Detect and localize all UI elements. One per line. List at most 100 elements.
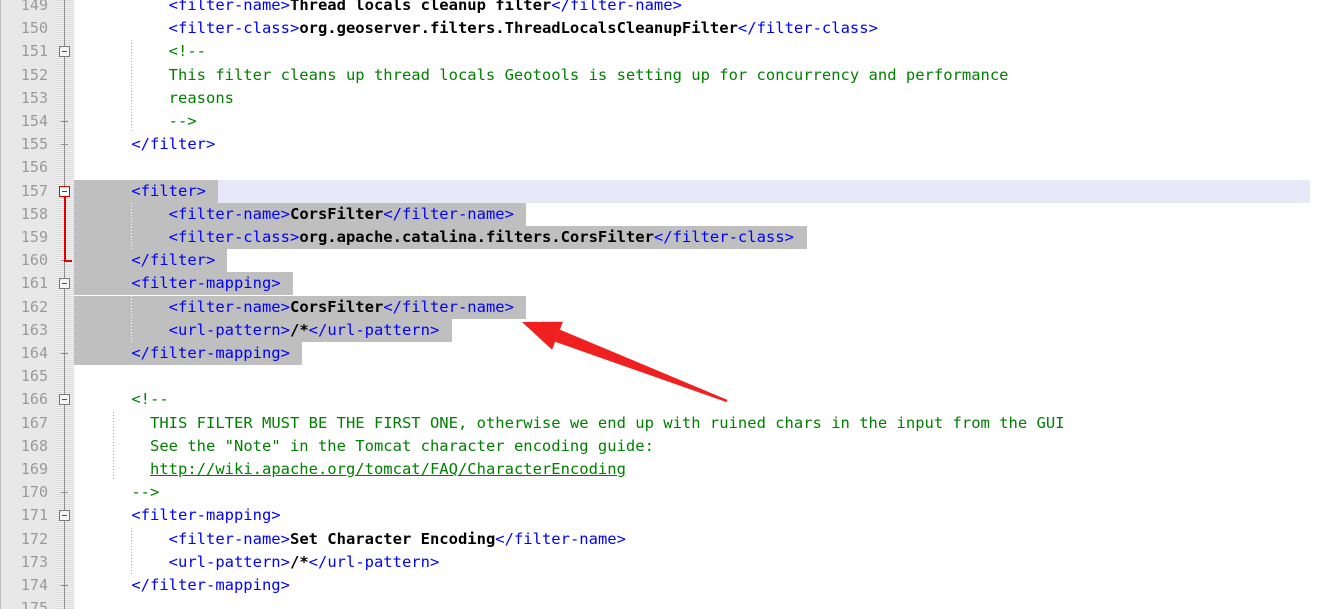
line-number: 169 (20, 460, 48, 478)
code-line[interactable]: <filter-name>CorsFilter</filter-name> (74, 203, 514, 226)
code-line[interactable]: <!-- (74, 40, 206, 63)
code-line[interactable]: THIS FILTER MUST BE THE FIRST ONE, other… (74, 412, 1065, 435)
xml-value-token: /* (289, 320, 309, 339)
line-number: 166 (20, 390, 48, 409)
xml-comment-token: reasons (168, 88, 234, 107)
code-line[interactable]: </filter> (74, 249, 215, 272)
code-line[interactable] (74, 597, 94, 609)
code-content-area[interactable]: <filter-name>Thread locals cleanup filte… (74, 0, 1319, 609)
code-line[interactable]: </filter> (74, 133, 215, 156)
xml-tag-token: </filter-mapping> (131, 576, 290, 594)
code-line[interactable]: <filter-mapping> (74, 272, 281, 295)
xml-tag-token: </filter-class> (737, 19, 878, 38)
line-number: 164 (20, 344, 48, 362)
line-number: 153 (20, 88, 48, 107)
xml-tag-token: <filter-name> (168, 529, 290, 548)
fold-range-end-tick (61, 353, 68, 354)
line-number: 155 (20, 135, 48, 154)
line-number: 161 (20, 274, 48, 293)
fold-toggle-icon[interactable] (59, 278, 70, 290)
xml-tag-token: <filter-class> (168, 19, 300, 38)
code-line[interactable]: <url-pattern>/*</url-pattern> (74, 319, 440, 342)
line-number: 165 (20, 367, 48, 386)
fold-range-end-tick (61, 585, 68, 586)
xml-tag-token: </filter-class> (653, 228, 794, 246)
line-number: 171 (20, 506, 48, 525)
xml-comment-token: THIS FILTER MUST BE THE FIRST ONE, other… (150, 413, 1065, 432)
code-line[interactable]: See the "Note" in the Tomcat character e… (74, 435, 654, 458)
code-line[interactable]: <url-pattern>/*</url-pattern> (74, 551, 440, 574)
code-line[interactable]: reasons (74, 87, 234, 110)
fold-range-end-tick (61, 492, 68, 494)
xml-tag-token: </filter-name> (383, 297, 514, 316)
fold-toggle-icon[interactable] (59, 510, 70, 522)
xml-tag-token: </filter-mapping> (131, 344, 290, 362)
code-line[interactable]: <filter-name>CorsFilter</filter-name> (74, 296, 514, 319)
xml-value-token: CorsFilter (289, 204, 384, 223)
code-line[interactable] (74, 156, 94, 179)
line-number: 150 (20, 19, 48, 38)
xml-tag-token: </filter> (131, 251, 216, 270)
code-line[interactable]: --> (74, 481, 159, 504)
line-number: 173 (20, 552, 48, 571)
xml-tag-token: <filter-name> (168, 0, 290, 14)
code-line[interactable]: <!-- (74, 388, 169, 411)
fold-range-end-tick (61, 121, 68, 122)
line-number: 167 (20, 413, 48, 432)
code-line[interactable]: <filter> (74, 180, 206, 203)
code-editor[interactable]: 149 150 151 152 153 154 155 156 157 158 159 160 161 1… (0, 0, 1319, 609)
fold-range-end-tick (61, 144, 68, 146)
xml-value-token: Thread locals cleanup filter (289, 0, 552, 14)
line-number: 163 (20, 320, 48, 339)
xml-value-token: /* (289, 552, 309, 571)
xml-value-token: CorsFilter (289, 297, 384, 316)
line-number: 151 (20, 42, 48, 61)
xml-tag-token: </filter-name> (551, 0, 682, 14)
fold-toggle-icon[interactable] (59, 46, 70, 58)
line-number: 168 (20, 436, 48, 455)
code-line[interactable]: This filter cleans up thread locals Geot… (74, 64, 1009, 87)
code-line[interactable]: <filter-class>org.apache.catalina.filter… (74, 226, 794, 249)
line-number: 152 (20, 65, 48, 84)
code-line[interactable]: </filter-mapping> (74, 574, 290, 597)
xml-tag-token: </filter> (131, 135, 216, 154)
code-line[interactable]: <filter-name>Set Character Encoding</fil… (74, 528, 626, 551)
xml-tag-token: <filter-class> (168, 228, 300, 246)
code-line[interactable]: </filter-mapping> (74, 342, 290, 365)
fold-toggle-icon[interactable] (59, 185, 70, 197)
code-line[interactable]: <filter-name>Thread locals cleanup filte… (74, 0, 682, 17)
code-line[interactable]: --> (74, 110, 197, 133)
code-line[interactable]: http://wiki.apache.org/tomcat/FAQ/Charac… (74, 458, 626, 481)
line-number: 174 (20, 576, 48, 594)
code-line[interactable] (74, 365, 94, 388)
xml-tag-token: </filter-name> (383, 204, 514, 223)
code-line[interactable]: <filter-class>org.geoserver.filters.Thre… (74, 17, 878, 40)
xml-tag-token: </filter-name> (495, 529, 626, 548)
line-number: 158 (20, 204, 48, 223)
xml-comment-token: <!-- (131, 390, 169, 409)
xml-tag-token: <filter> (131, 181, 206, 200)
fold-toggle-icon[interactable] (59, 394, 70, 406)
line-number: 160 (20, 251, 48, 270)
code-line[interactable]: <filter-mapping> (74, 504, 280, 527)
xml-tag-token: <filter-name> (168, 297, 290, 316)
xml-value-token: Set Character Encoding (289, 529, 496, 548)
xml-comment-url-link[interactable]: http://wiki.apache.org/tomcat/FAQ/Charac… (150, 460, 626, 478)
line-number: 157 (20, 181, 48, 200)
xml-value-token: org.geoserver.filters.ThreadLocalsCleanu… (299, 19, 738, 38)
line-number: 149 (20, 0, 48, 14)
xml-tag-token: <filter-mapping> (131, 274, 281, 293)
xml-tag-token: </url-pattern> (308, 552, 440, 571)
